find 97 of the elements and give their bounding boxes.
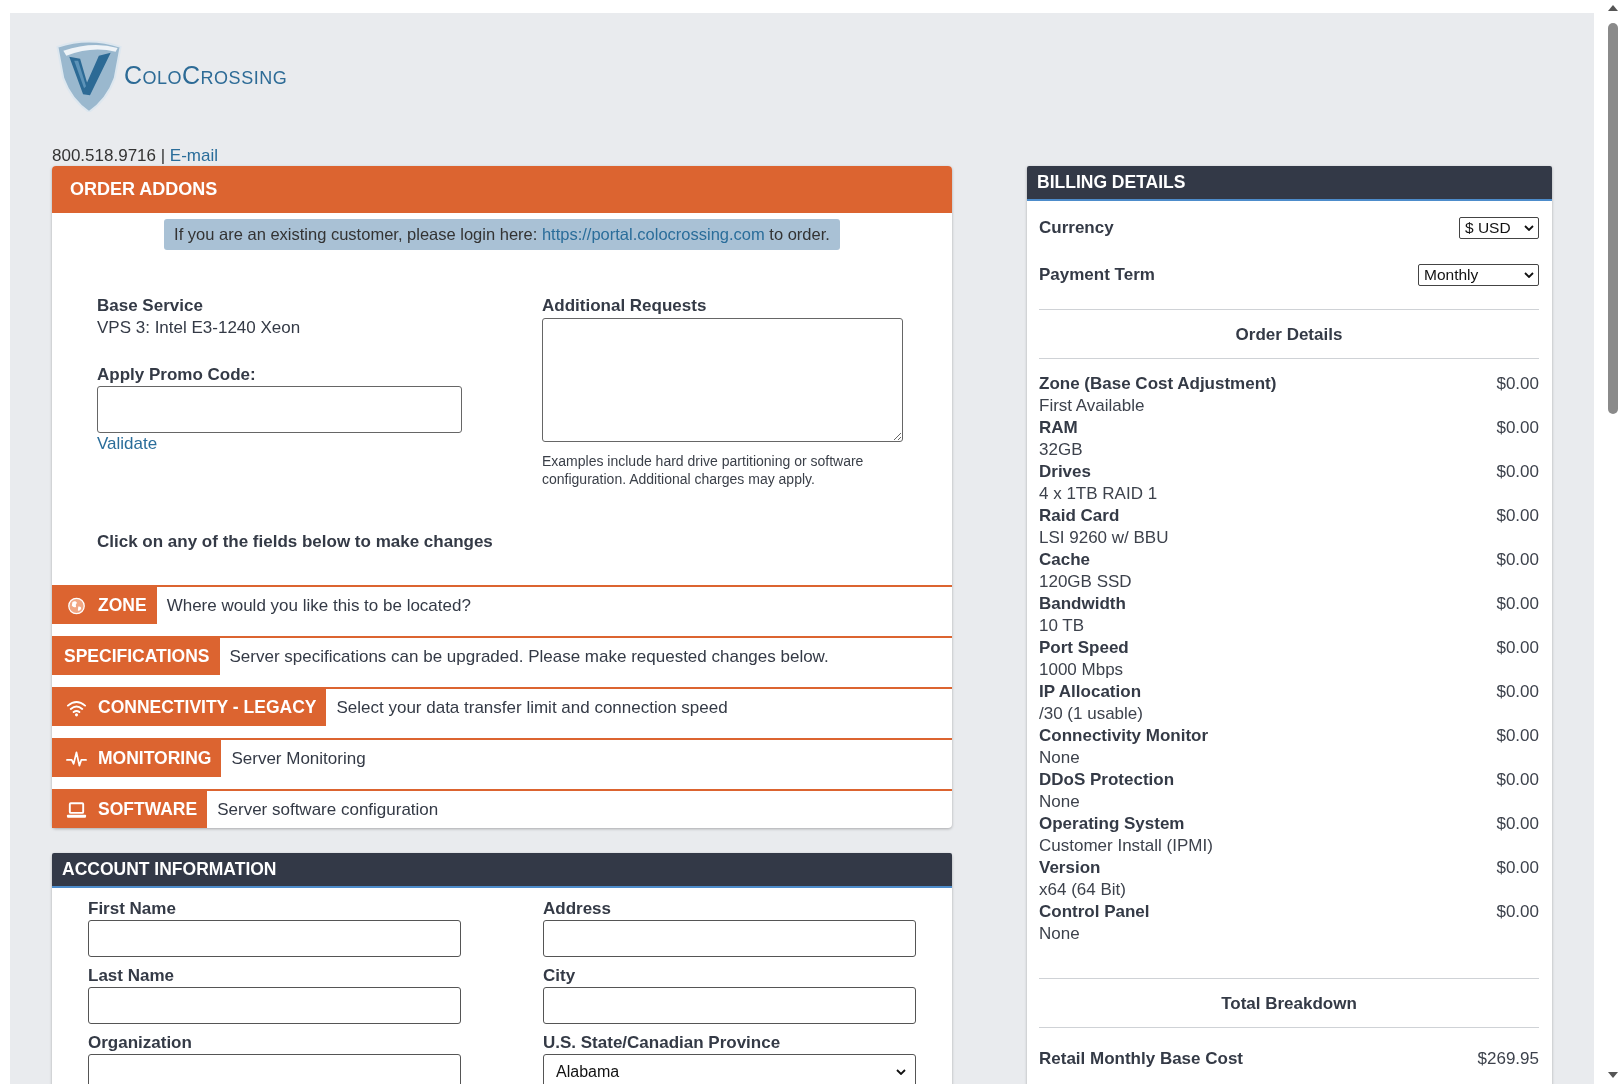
item-price: $0.00	[1496, 769, 1539, 791]
item-detail: /30 (1 usable)	[1039, 703, 1144, 725]
field-label: Organization	[88, 1033, 193, 1053]
wifi-icon	[66, 698, 87, 717]
currency-select[interactable]: $ USD	[1459, 217, 1539, 239]
text-field[interactable]	[543, 920, 916, 957]
item-name: IP Allocation	[1039, 681, 1143, 703]
item-name: Port Speed	[1039, 637, 1130, 659]
item-detail: None	[1039, 923, 1081, 945]
item-price: $0.00	[1496, 505, 1539, 527]
dropdown-field[interactable]: Alabama	[543, 1054, 916, 1084]
item-detail: 1000 Mbps	[1039, 659, 1125, 681]
text-field[interactable]	[88, 920, 461, 957]
logo-text: ColoCrossing	[124, 61, 288, 90]
item-price: $0.00	[1496, 901, 1539, 923]
panel-header: BILLING DETAILS	[1027, 166, 1552, 201]
scroll-up-icon[interactable]	[1608, 5, 1618, 11]
item-name: Bandwidth	[1039, 593, 1127, 615]
item-name: Version	[1039, 857, 1102, 879]
field-label: Address	[543, 899, 613, 919]
section-description: Server Monitoring	[231, 748, 366, 769]
pulse-icon	[66, 749, 87, 768]
item-name: Control Panel	[1039, 901, 1151, 923]
section-header[interactable]: ZONE	[52, 587, 157, 624]
item-detail: LSI 9260 w/ BBU	[1039, 527, 1170, 549]
promo-code-field[interactable]	[97, 386, 462, 433]
item-price: $0.00	[1496, 725, 1539, 747]
item-name: Drives	[1039, 461, 1092, 483]
section-header[interactable]: SOFTWARE	[52, 791, 208, 828]
caret-icon	[896, 1069, 906, 1075]
item-detail: First Available	[1039, 395, 1146, 417]
item-detail: Customer Install (IPMI)	[1039, 835, 1214, 857]
text-field[interactable]	[543, 987, 916, 1024]
section-title: Total Breakdown	[1220, 993, 1358, 1015]
panel-header: ACCOUNT INFORMATION	[52, 853, 952, 888]
field-label: Apply Promo Code:	[97, 365, 256, 385]
globe-icon	[66, 596, 87, 615]
field-label: Last Name	[88, 966, 175, 986]
caret-icon	[1524, 272, 1534, 278]
item-price: $0.00	[1496, 813, 1539, 835]
portal-link[interactable]: https://portal.colocrossing.com	[541, 225, 765, 243]
text-field[interactable]	[88, 987, 461, 1024]
item-detail: 4 x 1TB RAID 1	[1039, 483, 1159, 505]
item-name: RAM	[1039, 417, 1079, 439]
field-label: Currency	[1039, 218, 1114, 238]
field-label: Payment Term	[1039, 265, 1155, 285]
item-price: $0.00	[1496, 681, 1539, 703]
section-description: Server specifications can be upgraded. Please make requested changes below.	[229, 646, 829, 667]
laptop-icon	[66, 800, 87, 819]
payment-term-select[interactable]: Monthly	[1418, 264, 1539, 286]
scroll-down-icon[interactable]	[1608, 1072, 1618, 1078]
login-notice: If you are an existing customer, please login here: https://portal.colocrossing.com to order.	[164, 219, 840, 250]
section-header[interactable]: CONNECTIVITY - LEGACY	[52, 689, 327, 726]
field-label: First Name	[88, 899, 177, 919]
item-detail: 120GB SSD	[1039, 571, 1133, 593]
instruction-text: Click on any of the fields below to make changes	[96, 532, 494, 552]
caret-icon	[1524, 225, 1534, 231]
item-price: $0.00	[1496, 637, 1539, 659]
section-header[interactable]: MONITORING	[52, 740, 222, 777]
text-field[interactable]	[88, 1054, 461, 1084]
field-label: City	[543, 966, 577, 986]
item-name: Zone (Base Cost Adjustment)	[1039, 373, 1278, 395]
validate-link[interactable]: Validate	[97, 434, 158, 454]
item-price: $0.00	[1496, 461, 1539, 483]
section-title: Order Details	[1234, 324, 1344, 346]
section-description: Select your data transfer limit and connection speed	[336, 697, 728, 718]
total-label: Retail Monthly Base Cost	[1039, 1048, 1245, 1070]
item-detail: x64 (64 Bit)	[1039, 879, 1127, 901]
panel-header: ORDER ADDONS	[52, 166, 952, 213]
section-header[interactable]: SPECIFICATIONS	[52, 638, 220, 675]
base-service-value: VPS 3: Intel E3-1240 Xeon	[97, 318, 301, 338]
item-name: DDoS Protection	[1039, 769, 1176, 791]
field-label: Base Service	[97, 296, 203, 316]
item-price: $0.00	[1496, 857, 1539, 879]
item-name: Operating System	[1039, 813, 1186, 835]
contact-line: 800.518.9716 | E-mail	[52, 146, 220, 166]
item-detail: 10 TB	[1039, 615, 1086, 637]
item-detail: None	[1039, 747, 1081, 769]
field-label: Additional Requests	[542, 296, 707, 316]
total-amount: $269.95	[1477, 1048, 1539, 1070]
shield-logo-icon	[54, 39, 124, 112]
item-price: $0.00	[1496, 373, 1539, 395]
additional-requests-field[interactable]	[542, 318, 903, 442]
field-label: U.S. State/Canadian Province	[543, 1033, 782, 1053]
item-name: Raid Card	[1039, 505, 1121, 527]
section-description: Where would you like this to be located?	[166, 595, 471, 616]
item-name: Cache	[1039, 549, 1092, 571]
item-detail: 32GB	[1039, 439, 1084, 461]
item-price: $0.00	[1496, 417, 1539, 439]
item-price: $0.00	[1496, 593, 1539, 615]
scrollbar-thumb[interactable]	[1608, 23, 1618, 414]
email-link[interactable]: E-mail	[169, 146, 219, 165]
item-detail: None	[1039, 791, 1081, 813]
item-price: $0.00	[1496, 549, 1539, 571]
section-description: Server software configuration	[217, 799, 439, 820]
help-text: Examples include hard drive partitioning or software configuration. Additional charges may apply.	[542, 452, 865, 488]
item-name: Connectivity Monitor	[1039, 725, 1210, 747]
